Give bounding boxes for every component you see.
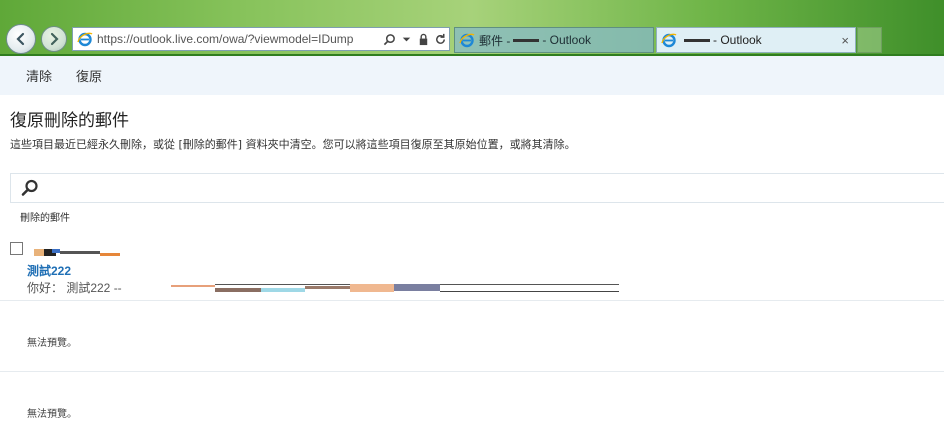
close-icon[interactable]: × <box>841 33 849 48</box>
tab-outlook-active[interactable]: - Outlook × <box>656 27 856 53</box>
ie-icon <box>459 33 475 48</box>
redaction <box>684 38 710 42</box>
refresh-button[interactable] <box>432 31 448 47</box>
divider <box>0 300 944 301</box>
no-preview-text: 無法預覽。 <box>27 338 77 349</box>
dropdown-icon <box>402 37 410 41</box>
tab-mail[interactable]: 郵件 - - Outlook <box>454 27 654 53</box>
restore-button[interactable]: 復原 <box>76 66 102 85</box>
address-dropdown-button[interactable] <box>398 31 414 47</box>
message-preview: 你好： 測試222 -- <box>27 281 122 295</box>
address-search-button[interactable] <box>381 31 397 47</box>
ie-icon <box>661 33 677 48</box>
forward-arrow-icon <box>50 32 59 46</box>
search-icon <box>383 33 395 45</box>
lock-icon <box>419 33 427 45</box>
page-title: 復原刪除的郵件 <box>10 111 129 131</box>
tab-label-prefix: 郵件 - <box>479 33 511 48</box>
clear-button[interactable]: 清除 <box>26 66 52 85</box>
back-button[interactable] <box>6 24 36 54</box>
address-bar[interactable]: https://outlook.live.com/owa/?viewmodel=… <box>72 27 450 51</box>
sender-redaction <box>34 249 120 256</box>
tab-label-suffix: - Outlook <box>542 33 592 47</box>
page-description: 這些項目最近已經永久刪除，或從 [刪除的郵件] 資料夾中清空。您可以將這些項目復… <box>10 138 576 151</box>
refresh-icon <box>435 33 445 44</box>
search-icon <box>21 179 38 196</box>
search-input[interactable] <box>45 175 944 201</box>
address-url[interactable]: https://outlook.live.com/owa/?viewmodel=… <box>97 32 381 46</box>
forward-button[interactable] <box>41 26 67 52</box>
new-tab-button[interactable] <box>857 27 882 53</box>
message-item[interactable]: 測試222 你好： 測試222 -- <box>0 238 944 300</box>
divider <box>0 371 944 372</box>
redaction <box>513 38 540 42</box>
message-checkbox[interactable] <box>10 242 23 255</box>
search-box[interactable] <box>10 173 944 203</box>
no-preview-text: 無法預覽。 <box>27 409 77 420</box>
back-arrow-icon <box>16 32 25 46</box>
browser-chrome: https://outlook.live.com/owa/?viewmodel=… <box>0 0 944 56</box>
ie-icon <box>77 32 93 47</box>
tab-label-suffix: - Outlook <box>713 33 762 47</box>
security-lock[interactable] <box>415 31 431 47</box>
folder-label: 刪除的郵件 <box>20 213 70 224</box>
message-subject[interactable]: 測試222 <box>27 262 71 279</box>
preview-redaction <box>171 284 619 293</box>
command-bar: 清除 復原 <box>0 56 944 95</box>
